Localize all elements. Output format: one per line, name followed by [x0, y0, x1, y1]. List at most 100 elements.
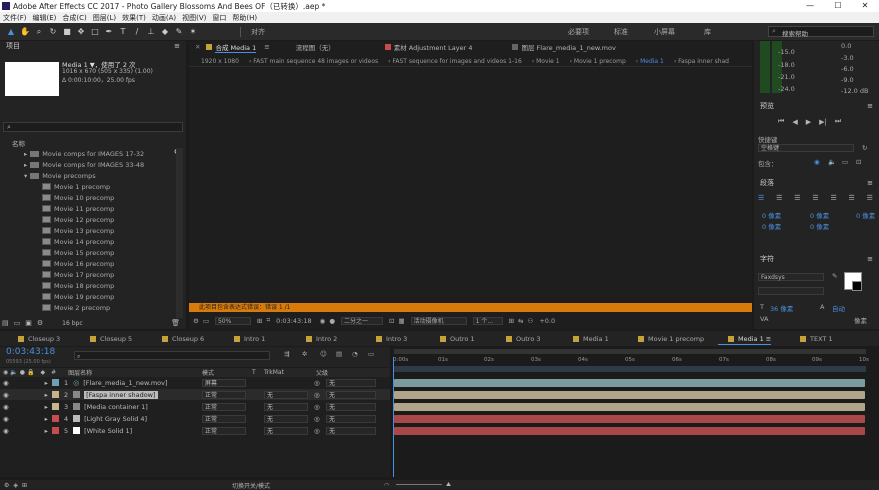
- workspace-essentials[interactable]: 必要项: [568, 27, 589, 37]
- list-item[interactable]: Movie 10 precomp: [0, 192, 176, 203]
- snapshot-icon[interactable]: ◉: [320, 317, 326, 325]
- interpret-footage-icon[interactable]: ▤: [2, 319, 9, 327]
- color-icon[interactable]: ●: [329, 317, 335, 325]
- eyedropper-icon[interactable]: ✎: [832, 272, 837, 280]
- breadcrumb-item-active[interactable]: ‹ Media 1: [636, 58, 664, 65]
- render-icon[interactable]: ⇆: [518, 317, 523, 325]
- breadcrumb-item[interactable]: ‹ Faspa inner shad: [674, 58, 729, 65]
- leading-value[interactable]: 自动: [832, 303, 845, 313]
- breadcrumb-item[interactable]: ‹ Movie 1 precomp: [570, 58, 626, 65]
- parent-select[interactable]: 无: [326, 414, 376, 423]
- close-icon[interactable]: ✕: [195, 43, 200, 51]
- pick-whip-icon[interactable]: ◎: [314, 391, 320, 399]
- layer-bar[interactable]: [394, 379, 865, 387]
- layer-name[interactable]: [Flare_media_1_new.mov]: [83, 379, 167, 387]
- list-item[interactable]: Movie 14 precomp: [0, 236, 176, 247]
- camera-tool-icon[interactable]: ■: [62, 27, 72, 37]
- shortcut-select[interactable]: 空格键: [758, 144, 854, 152]
- align-center-icon[interactable]: ☰: [776, 194, 782, 202]
- list-item[interactable]: Movie 18 precomp: [0, 280, 176, 291]
- tab-layer[interactable]: 图层 Flare_media_1_new.mov: [521, 42, 615, 52]
- video-icon[interactable]: ◉: [814, 158, 820, 166]
- transfer-controls-icon[interactable]: ◈: [13, 482, 18, 489]
- views-select[interactable]: 1 个...: [472, 316, 503, 325]
- table-row-selected[interactable]: ◉ ▸ 2 [Faspa inner shadow] 正常 无 ◎ 无: [0, 389, 390, 400]
- type-tool-icon[interactable]: T: [118, 27, 128, 37]
- trkmat-select[interactable]: 无: [264, 426, 308, 435]
- list-item[interactable]: Movie 19 precomp: [0, 291, 176, 302]
- breadcrumb-item[interactable]: ‹ FAST main sequence 48 images or videos: [249, 58, 378, 65]
- tab-footage[interactable]: 素材 Adjustment Layer 4: [394, 42, 473, 52]
- tab-composition[interactable]: 合成 Media 1: [215, 42, 257, 53]
- visibility-icon[interactable]: ◉: [3, 391, 9, 399]
- justify-center-icon[interactable]: ☰: [830, 194, 836, 202]
- timeline-graph[interactable]: 0:00s 01s 02s 03s 04s 05s 06s 07s 08s 09…: [390, 347, 879, 477]
- tab-outro-3[interactable]: Outro 3: [496, 333, 541, 345]
- list-item[interactable]: Movie 12 precomp: [0, 214, 176, 225]
- camera-select[interactable]: 活动摄像机: [410, 316, 467, 325]
- tab-intro-1[interactable]: Intro 1: [224, 333, 265, 345]
- breadcrumb-item[interactable]: ‹ FAST sequence for images and videos 1-…: [388, 58, 522, 65]
- list-item[interactable]: Movie 11 precomp: [0, 203, 176, 214]
- zoom-in-icon[interactable]: ⛰: [446, 481, 451, 489]
- parent-select[interactable]: 无: [326, 378, 376, 387]
- list-item[interactable]: ▸ Movie comps for IMAGES 17-32: [0, 148, 176, 159]
- visibility-icon[interactable]: ◉: [3, 427, 9, 435]
- menu-composition[interactable]: 合成(C): [59, 13, 89, 23]
- viewer-timecode[interactable]: 0:03:43:18: [276, 317, 312, 325]
- font-size-value[interactable]: 36 像素: [770, 303, 793, 313]
- expand-icon[interactable]: ▸: [45, 415, 48, 423]
- rectangle-tool-icon[interactable]: □: [90, 27, 100, 37]
- layer-bar[interactable]: [394, 403, 865, 411]
- menu-edit[interactable]: 编辑(E): [30, 13, 60, 23]
- list-item[interactable]: Movie 1 precomp: [0, 181, 176, 192]
- blend-mode-select[interactable]: 正常: [202, 426, 246, 435]
- pick-whip-icon[interactable]: ◎: [314, 427, 320, 435]
- rotate-tool-icon[interactable]: ↻: [48, 27, 58, 37]
- minimize-button[interactable]: —: [796, 0, 824, 12]
- zoom-tool-icon[interactable]: ⌕: [34, 27, 44, 37]
- layer-controls-icon[interactable]: ⊡: [856, 158, 861, 166]
- label-color[interactable]: [51, 391, 59, 398]
- toggle-switches-modes[interactable]: 切换开关/模式: [232, 481, 270, 490]
- visibility-icon[interactable]: ◉: [3, 379, 9, 387]
- expand-icon[interactable]: ▸: [45, 403, 48, 411]
- mask-icon[interactable]: ⌗: [266, 316, 270, 325]
- tab-outro-1[interactable]: Outro 1: [430, 333, 475, 345]
- list-item[interactable]: Movie 17 precomp: [0, 269, 176, 280]
- expression-warning-bar[interactable]: 此项目包含表达式错误：错误 1 /1: [189, 303, 752, 312]
- menu-help[interactable]: 帮助(H): [229, 13, 260, 23]
- delete-icon[interactable]: 🗑: [171, 319, 180, 327]
- stamp-tool-icon[interactable]: ⊥: [146, 27, 156, 37]
- tab-menu-icon[interactable]: ≡: [264, 43, 269, 51]
- tab-movie-1-precomp[interactable]: Movie 1 precomp: [628, 333, 704, 345]
- monitor-icon[interactable]: ▭: [203, 317, 209, 325]
- zoom-out-icon[interactable]: ◠: [384, 482, 389, 489]
- list-item[interactable]: Movie 13 precomp: [0, 225, 176, 236]
- menu-view[interactable]: 视图(V): [179, 13, 209, 23]
- brush-tool-icon[interactable]: /: [132, 27, 142, 37]
- justify-right-icon[interactable]: ☰: [849, 194, 855, 202]
- label-color[interactable]: [51, 379, 59, 386]
- maximize-button[interactable]: ☐: [824, 0, 852, 12]
- hand-tool-icon[interactable]: ✋: [20, 27, 30, 37]
- blend-mode-select[interactable]: 正常: [202, 414, 246, 423]
- graph-editor-icon[interactable]: ▭: [368, 350, 374, 358]
- comp-mini-flowchart-icon[interactable]: ⇶: [284, 350, 289, 358]
- in-out-icon[interactable]: ⊞: [22, 482, 27, 489]
- new-folder-icon[interactable]: ▭: [14, 319, 21, 327]
- frame-blend-icon[interactable]: ▤: [336, 350, 342, 358]
- tab-intro-2[interactable]: Intro 2: [296, 333, 337, 345]
- layer-name[interactable]: [Faspa inner shadow]: [84, 390, 158, 399]
- workspace-standard[interactable]: 标准: [614, 27, 628, 37]
- draft-3d-icon[interactable]: ✲: [302, 350, 307, 358]
- layer-search-input[interactable]: ⌕: [74, 351, 270, 360]
- list-item[interactable]: Movie 16 precomp: [0, 258, 176, 269]
- fast-preview-icon[interactable]: ⊞: [509, 317, 514, 325]
- workspace-libraries[interactable]: 库: [704, 27, 711, 37]
- menu-effect[interactable]: 效果(T): [119, 13, 149, 23]
- transparency-icon[interactable]: ▦: [398, 317, 404, 325]
- list-item[interactable]: Movie 15 precomp: [0, 247, 176, 258]
- always-preview-icon[interactable]: ⚙: [193, 317, 199, 325]
- last-frame-icon[interactable]: ⏭: [835, 117, 841, 126]
